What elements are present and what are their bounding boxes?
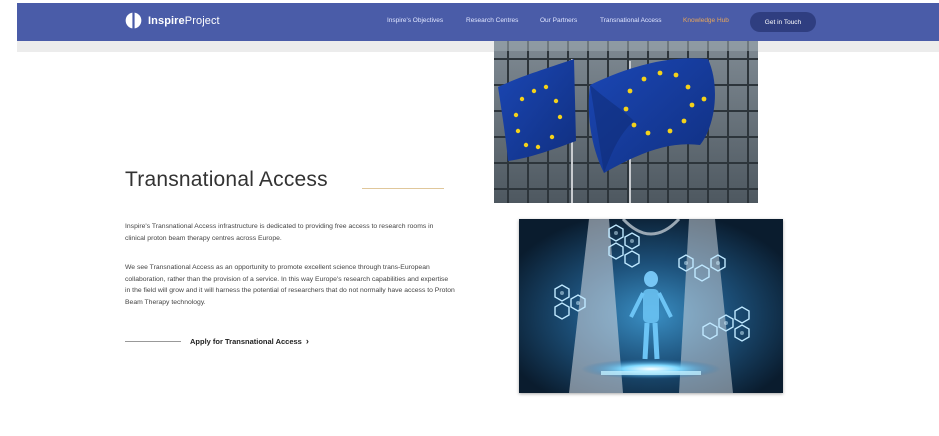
nav-research-centres[interactable]: Research Centres — [466, 17, 518, 24]
logo-text: InspireProject — [148, 15, 220, 27]
eu-flags-photo — [494, 41, 758, 203]
nav-transnational-access[interactable]: Transnational Access — [600, 17, 662, 24]
logo-text-regular: Project — [184, 14, 220, 27]
header-shadow-strip — [17, 41, 939, 52]
apply-link-line — [125, 340, 181, 342]
logo-text-bold: Inspire — [148, 14, 185, 27]
intro-paragraph: Inspire's Transnational Access infrastru… — [125, 223, 434, 242]
logo[interactable]: InspireProject — [125, 12, 220, 29]
nav-partners[interactable]: Our Partners — [540, 17, 577, 24]
top-navigation-bar: InspireProject Inspire's Objectives Rese… — [17, 3, 939, 41]
title-underline — [362, 188, 444, 189]
apply-link[interactable]: Apply for Transnational Access › — [125, 336, 309, 346]
page-title: Transnational Access — [125, 168, 328, 191]
nav-objectives[interactable]: Inspire's Objectives — [387, 17, 443, 24]
medical-hologram-photo — [519, 219, 783, 393]
logo-icon — [125, 12, 142, 29]
chevron-right-icon: › — [305, 336, 309, 346]
get-in-touch-button[interactable]: Get in Touch — [750, 12, 816, 32]
description-paragraph: We see Transnational Access as an opport… — [125, 264, 455, 306]
apply-link-label: Apply for Transnational Access — [190, 336, 302, 346]
nav-knowledge-hub[interactable]: Knowledge Hub — [683, 17, 729, 24]
